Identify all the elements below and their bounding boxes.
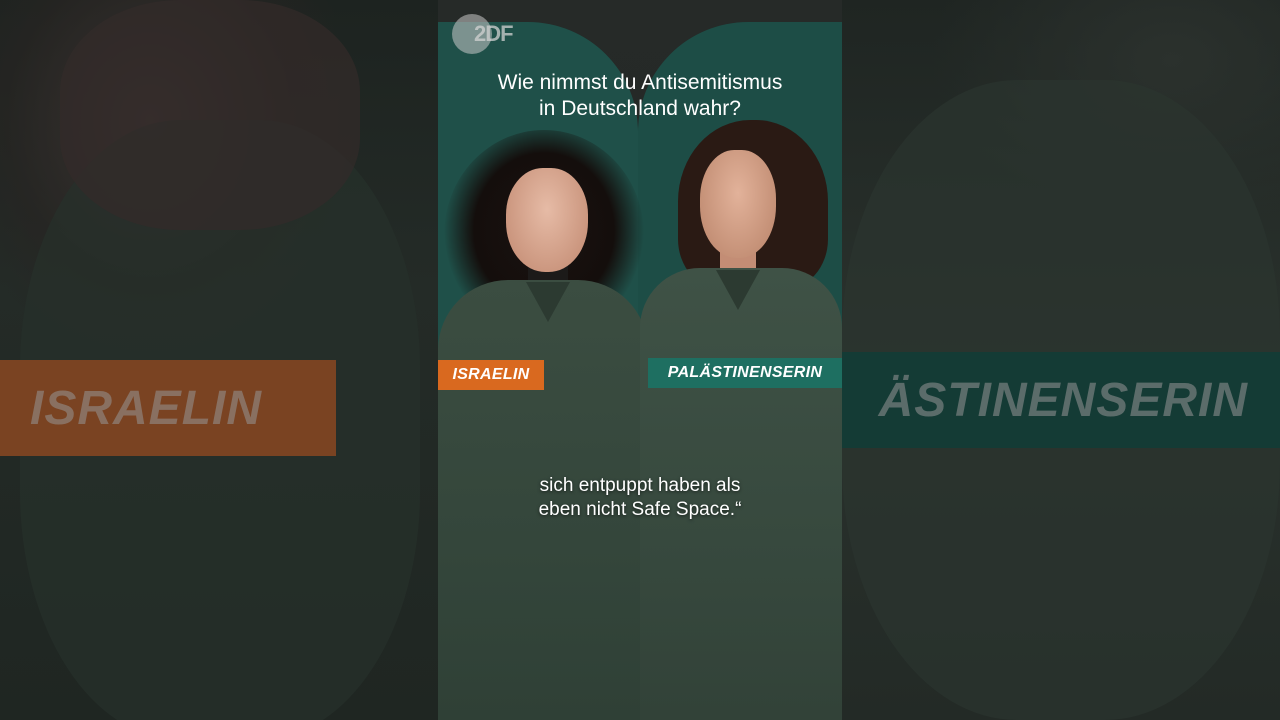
video-frame[interactable]: 2DF Wie nimmst du Antisemitismus in Deut… bbox=[438, 0, 842, 720]
question-line-2: in Deutschland wahr? bbox=[539, 97, 741, 120]
question-title: Wie nimmst du Antisemitismus in Deutschl… bbox=[438, 70, 842, 122]
subtitle-caption: sich entpuppt haben als eben nicht Safe … bbox=[438, 474, 842, 522]
blurred-hair-shape bbox=[60, 0, 360, 230]
tag-palaestinenserin: PALÄSTINENSERIN bbox=[648, 358, 842, 388]
subtitle-line-2: eben nicht Safe Space.“ bbox=[538, 499, 742, 520]
zdf-logo-text: 2DF bbox=[474, 21, 514, 46]
zdf-logo: 2DF bbox=[452, 14, 514, 54]
person-right-collar bbox=[716, 270, 760, 310]
question-line-1: Wie nimmst du Antisemitismus bbox=[497, 71, 783, 94]
blurred-tag-israelin: ISRAELIN bbox=[0, 360, 336, 456]
subtitle-line-1: sich entpuppt haben als bbox=[539, 475, 741, 496]
person-left-collar bbox=[526, 282, 570, 322]
blurred-tag-palaestinenserin: ÄSTINENSERIN bbox=[842, 352, 1280, 448]
person-right-face bbox=[700, 150, 776, 258]
tag-israelin: ISRAELIN bbox=[438, 360, 544, 390]
person-left-face bbox=[506, 168, 588, 272]
